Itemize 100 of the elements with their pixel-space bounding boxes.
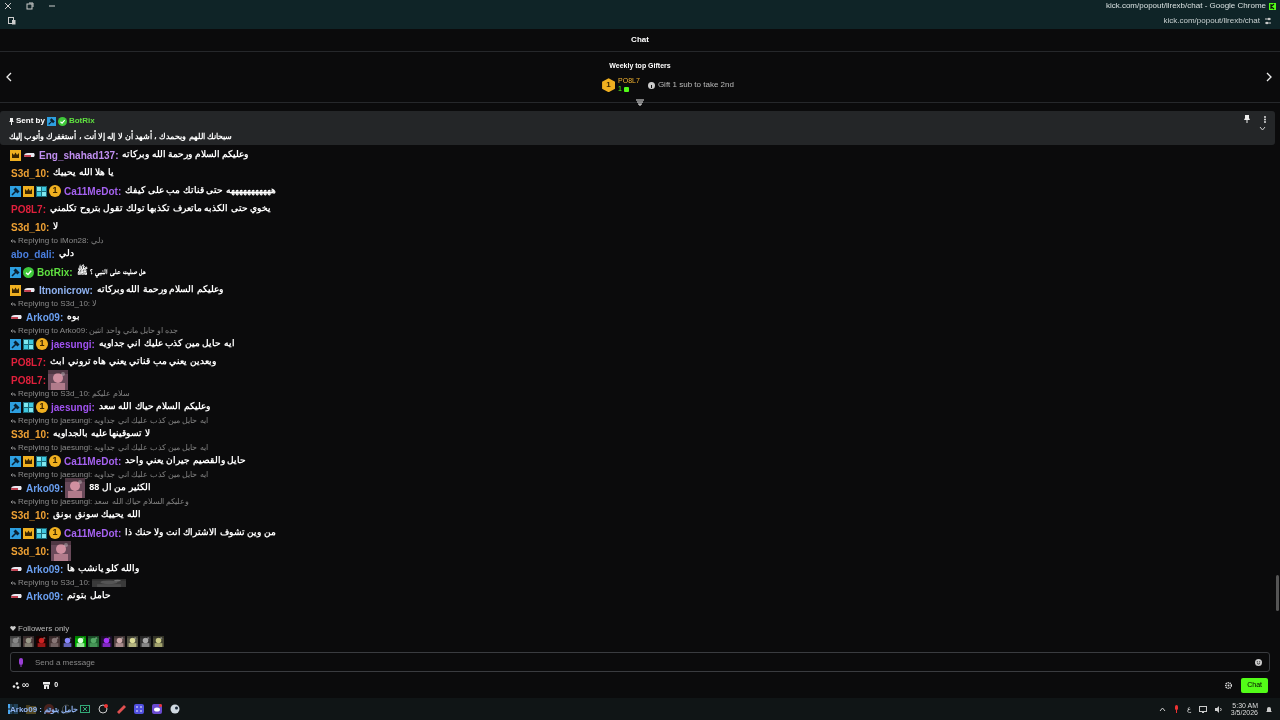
reply-label: Replying to jaesungi: xyxy=(18,443,93,452)
reply-quote: دلي xyxy=(90,236,104,245)
gifter-badge: 1 xyxy=(49,185,61,197)
settings-button[interactable] xyxy=(1225,681,1233,689)
extension-icon xyxy=(8,16,16,25)
message-text: الله يحييك سونق بونق xyxy=(53,508,141,522)
message-input[interactable]: Send a message xyxy=(10,652,1270,672)
username: Ca11MeDot: xyxy=(64,526,122,541)
message-text: لا تسوقينها عليه بالجداويه xyxy=(53,427,150,441)
chat-app-icon xyxy=(152,704,162,714)
username: Arko09: xyxy=(26,589,64,604)
points-button[interactable]: ∞ xyxy=(12,680,30,690)
preview-tooltip: Arko09 : حامل بتوتم xyxy=(10,704,79,716)
pinned-author: BotRix xyxy=(68,115,95,127)
address-text[interactable]: kick.com/popout/llrexb/chat xyxy=(1163,14,1260,27)
taskbar-button[interactable] xyxy=(98,704,108,714)
username: Arko09: xyxy=(26,310,64,325)
unpin-button[interactable] xyxy=(1244,115,1250,123)
expand-button[interactable] xyxy=(1259,126,1266,131)
gifter-badge: 1 xyxy=(36,401,48,413)
taskbar-button[interactable] xyxy=(80,704,90,714)
app-icon xyxy=(1269,2,1276,10)
message-text: من وين تشوف الاشتراك انت ولا حنك ذا xyxy=(125,526,276,540)
gauge-icon xyxy=(98,704,108,714)
rank-badge: 1 xyxy=(602,78,616,93)
message-text: لا xyxy=(53,220,59,234)
reply-quote: وعليكم السلام حياك الله سعد xyxy=(94,497,190,506)
message-text: الكثير من ال 88 xyxy=(89,481,151,495)
minimize-icon xyxy=(48,2,56,10)
message-text: وعليكم السلام ورحمة الله وبركاته xyxy=(122,148,249,162)
filter-button[interactable] xyxy=(636,99,644,106)
message-text: حامل بتوتم xyxy=(67,589,111,603)
username: S3d_10: xyxy=(11,220,50,235)
username: PO8L7: xyxy=(11,202,46,217)
message-text: حايل والقصيم جيران يعني واحد xyxy=(125,454,247,468)
reply-label: Replying to S3d_10: xyxy=(18,299,91,308)
next-button[interactable] xyxy=(1266,72,1274,82)
notification-icon xyxy=(1266,705,1272,713)
reply-quote: لا xyxy=(92,299,98,308)
close-icon xyxy=(4,2,12,10)
reply-icon xyxy=(10,499,16,504)
reply-quote: ايه حايل مين كذب عليك اني جداويه xyxy=(94,470,208,479)
chevron-left-icon xyxy=(6,72,12,82)
message-text: وعليكم السلام ورحمة الله وبركاته xyxy=(96,283,223,297)
previous-button[interactable] xyxy=(6,72,14,82)
sent-by-label: Sent by xyxy=(16,115,45,127)
filter-icon xyxy=(636,99,644,106)
gift-hint: Gift 1 sub to take 2nd xyxy=(657,79,734,92)
chevron-down-icon xyxy=(1259,126,1266,131)
taskbar-button[interactable] xyxy=(134,704,144,714)
username: BotRix: xyxy=(37,265,73,280)
reply-icon xyxy=(10,418,16,423)
reply-label: Replying to S3d_10: xyxy=(18,578,91,587)
message-text: دلي xyxy=(58,247,74,261)
reply-label: Replying to Arko09: xyxy=(18,326,88,335)
username: Itnonicrow: xyxy=(39,283,93,298)
window-title: kick.com/popout/llrexb/chat - Google Chrome xyxy=(1105,0,1266,12)
reply-label: Replying to S3d_10: xyxy=(18,389,91,398)
username: S3d_10: xyxy=(11,544,50,559)
username: S3d_10: xyxy=(11,427,50,442)
pin-icon xyxy=(1244,115,1250,123)
restore-icon xyxy=(26,2,34,10)
reply-label: Replying to iMon28: xyxy=(18,236,89,245)
username: Ca11MeDot: xyxy=(64,454,122,469)
tune-icon xyxy=(1264,16,1272,25)
message-text: يا هلا الله يحييك xyxy=(53,166,114,180)
gifter-badge: 1 xyxy=(49,527,61,539)
gift-icon xyxy=(624,86,629,92)
username: PO8L7: xyxy=(11,373,46,388)
message-text: وبعدين يعني مب قناتي يعني هاه تروني ابث xyxy=(50,355,216,369)
microphone-icon xyxy=(1173,705,1179,713)
emoji-icon xyxy=(1255,658,1262,666)
taskbar-button[interactable] xyxy=(152,704,162,714)
reply-label: Replying to jaesungi: xyxy=(18,497,93,506)
username: PO8L7: xyxy=(11,355,46,370)
reply-icon xyxy=(10,445,16,450)
reply-quote: ايه حايل مين كذب عليك اني جداويه xyxy=(94,416,208,425)
pinned-text: سبحانك اللهم وبحمدك ، أشهد أن لا إله إلا أنت ، أستغفرك وأتوب إليك xyxy=(9,131,232,143)
reply-icon xyxy=(10,391,16,396)
message-text: بوه xyxy=(67,310,81,324)
reply-icon xyxy=(10,580,16,585)
gifter-badge: 1 xyxy=(49,455,61,467)
chevron-right-icon xyxy=(1266,72,1272,82)
username: Eng_shahad137: xyxy=(39,148,119,163)
reply-icon xyxy=(10,328,16,333)
username: Arko09: xyxy=(26,481,64,496)
reply-icon xyxy=(10,472,16,477)
chat-title: Chat xyxy=(631,34,649,46)
dots-icon xyxy=(12,681,20,689)
chat-mode-label: Followers only xyxy=(18,622,70,635)
chevron-up-icon xyxy=(1158,706,1166,712)
spreadsheet-icon xyxy=(80,704,90,714)
grid-app-icon xyxy=(134,704,144,714)
message-text: وعليكم السلام حياك الله سعد xyxy=(98,400,210,414)
reply-label: Replying to jaesungi: xyxy=(18,470,93,479)
hammer-icon xyxy=(46,116,56,126)
message-text: هههههههههههه حتى قناتك مب على كيفك xyxy=(125,184,276,198)
pin-icon xyxy=(9,117,14,125)
scrollbar[interactable] xyxy=(1276,575,1279,611)
reply-quote: جده او حايل ماني واحد انثين xyxy=(89,326,179,335)
